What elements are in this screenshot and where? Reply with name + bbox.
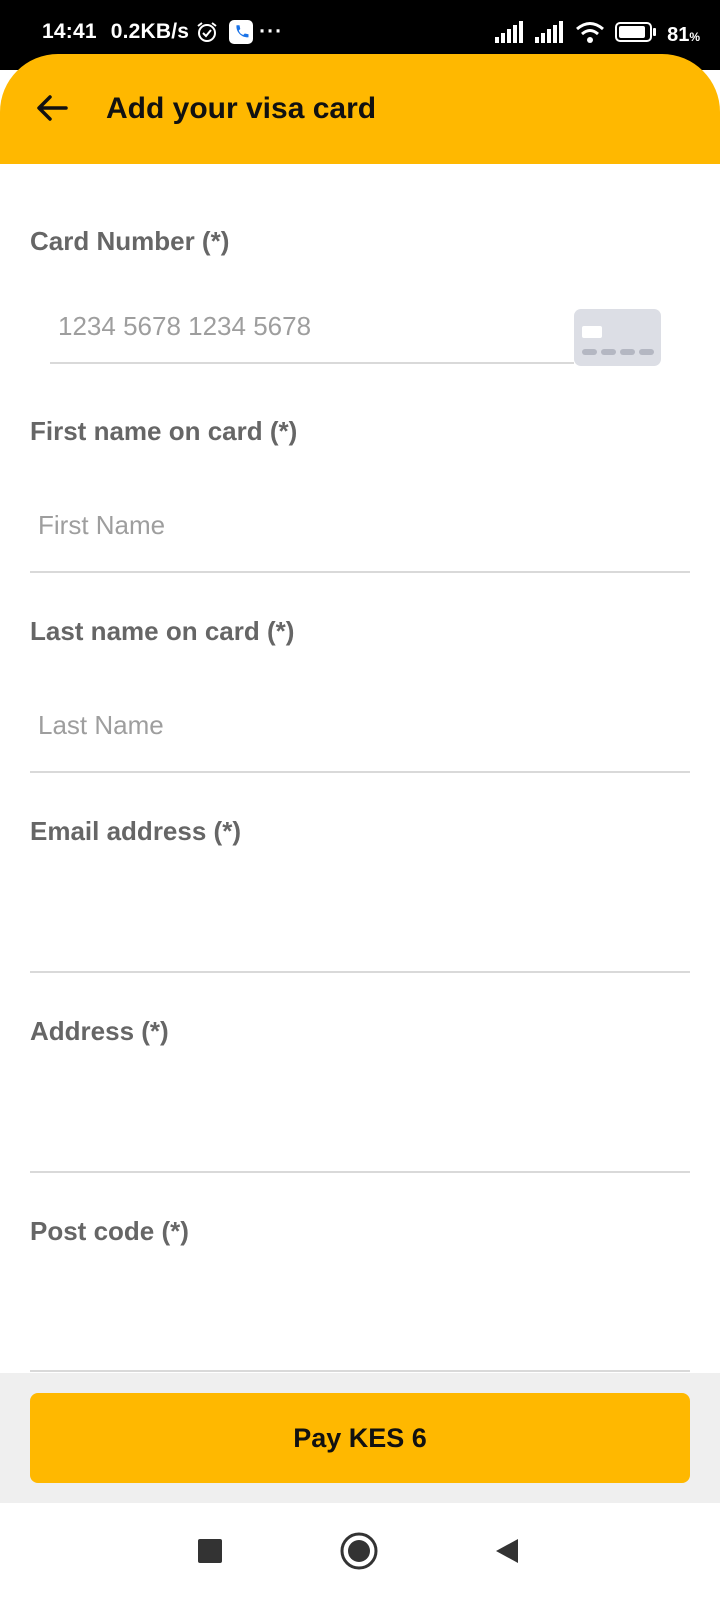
status-left: 14:41 0.2KB/s ···: [42, 20, 283, 44]
wifi-icon: [575, 20, 605, 50]
battery-percent: 81%: [667, 24, 700, 47]
signal-icon: [535, 21, 565, 49]
email-input[interactable]: [30, 898, 690, 952]
back-triangle-icon: [496, 1539, 518, 1563]
signal-icon: [495, 21, 525, 49]
home-circle-icon: [340, 1532, 378, 1570]
first-name-label: First name on card (*): [30, 416, 298, 446]
last-name-input[interactable]: [30, 698, 690, 752]
post-code-input[interactable]: [30, 1298, 690, 1352]
app-header: Add your visa card: [0, 54, 720, 164]
address-input[interactable]: [30, 1098, 690, 1152]
address-label: Address (*): [30, 1016, 169, 1046]
card-dashes: [582, 349, 654, 355]
phone-call-icon: [229, 20, 254, 44]
pay-button[interactable]: Pay KES 6: [30, 1393, 690, 1483]
card-chip: [582, 326, 602, 338]
back-button[interactable]: [30, 86, 74, 130]
status-right: 81%: [495, 20, 700, 50]
home-button[interactable]: [334, 1526, 384, 1576]
back-nav-button[interactable]: [482, 1526, 532, 1576]
bottom-action-bar: Pay KES 6: [0, 1373, 720, 1503]
battery-value: 81: [667, 23, 690, 46]
address-underline: [30, 1171, 690, 1173]
credit-card-icon: [574, 309, 661, 366]
system-nav-bar: [0, 1503, 720, 1600]
first-name-input[interactable]: [30, 498, 690, 552]
post-code-underline: [30, 1370, 690, 1372]
post-code-label: Post code (*): [30, 1216, 189, 1246]
alarm-icon: [195, 20, 219, 44]
status-time: 14:41: [42, 20, 97, 43]
first-name-underline: [30, 571, 690, 573]
recents-button[interactable]: [185, 1526, 235, 1576]
arrow-left-icon: [37, 95, 68, 121]
card-number-label: Card Number (*): [30, 226, 230, 256]
page-title: Add your visa card: [106, 92, 377, 125]
card-number-underline: [50, 362, 574, 364]
last-name-underline: [30, 771, 690, 773]
email-label: Email address (*): [30, 816, 241, 846]
battery-icon: [615, 21, 657, 49]
card-number-input[interactable]: [50, 300, 570, 352]
network-speed: 0.2KB/s: [110, 20, 190, 43]
more-notifications-icon: ···: [259, 20, 284, 43]
email-underline: [30, 971, 690, 973]
last-name-label: Last name on card (*): [30, 616, 295, 646]
battery-unit: %: [689, 29, 700, 44]
recents-square-icon: [198, 1539, 222, 1563]
